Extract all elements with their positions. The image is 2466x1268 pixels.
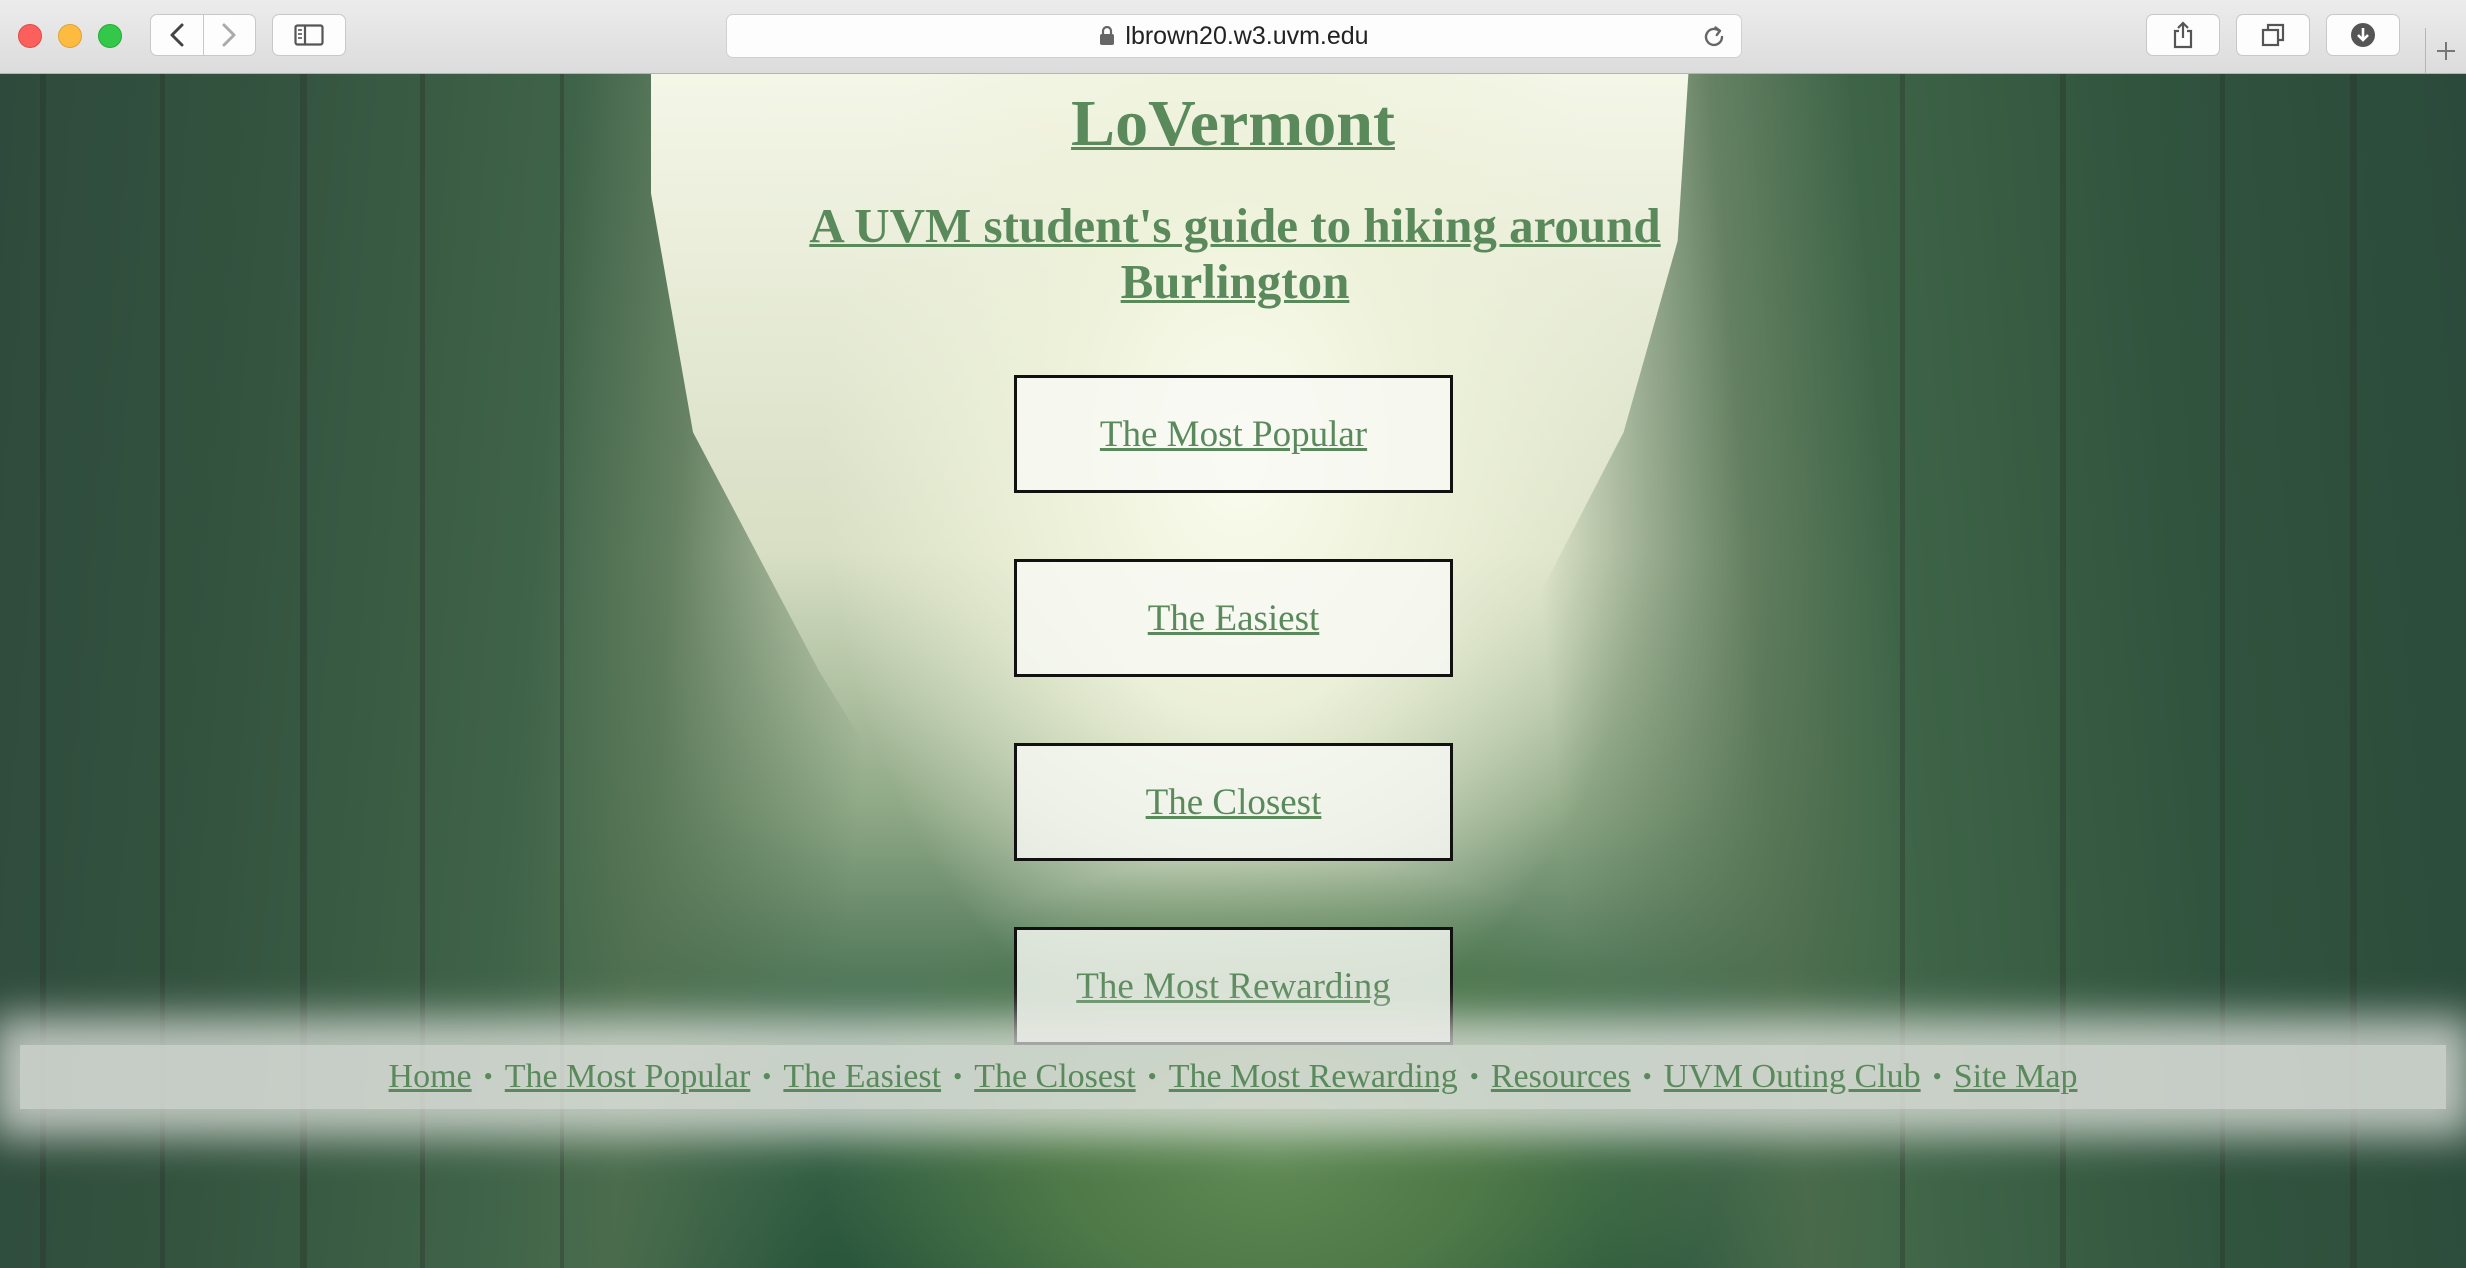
download-icon	[2349, 21, 2377, 49]
tabs-icon	[2260, 22, 2286, 48]
nav-separator: •	[762, 1062, 772, 1091]
forward-button[interactable]	[202, 15, 256, 55]
sidebar-icon	[294, 24, 324, 46]
back-icon	[168, 22, 186, 48]
zoom-window-button[interactable]	[98, 24, 122, 48]
nav-link-closest[interactable]: The Closest	[974, 1058, 1135, 1096]
nav-separator: •	[1932, 1062, 1942, 1091]
nav-link-uvm-outing-club[interactable]: UVM Outing Club	[1664, 1058, 1921, 1096]
forward-icon	[220, 22, 238, 48]
share-button[interactable]	[2146, 14, 2220, 56]
nav-separator: •	[483, 1062, 493, 1091]
sidebar-button[interactable]	[272, 14, 346, 56]
most-rewarding-button[interactable]: The Most Rewarding	[1014, 927, 1453, 1045]
nav-link-easiest[interactable]: The Easiest	[783, 1058, 941, 1096]
site-title-link[interactable]: LoVermont	[0, 86, 2466, 162]
share-icon	[2171, 21, 2195, 49]
downloads-button[interactable]	[2326, 14, 2400, 56]
nav-separator: •	[953, 1062, 963, 1091]
reload-icon[interactable]	[1701, 24, 1727, 50]
page-content: LoVermont A UVM student's guide to hikin…	[0, 74, 2466, 1268]
page-viewport: LoVermont A UVM student's guide to hikin…	[0, 74, 2466, 1268]
tabs-overview-button[interactable]	[2236, 14, 2310, 56]
new-tab-icon	[2434, 39, 2458, 63]
nav-separator: •	[1147, 1062, 1157, 1091]
back-button[interactable]	[151, 15, 203, 55]
new-tab-button[interactable]	[2425, 28, 2466, 74]
nav-separator: •	[1642, 1062, 1652, 1091]
close-window-button[interactable]	[18, 24, 42, 48]
navigation-buttons	[150, 14, 256, 56]
nav-link-most-rewarding[interactable]: The Most Rewarding	[1169, 1058, 1458, 1096]
url-text: lbrown20.w3.uvm.edu	[1125, 21, 1369, 50]
nav-link-resources[interactable]: Resources	[1491, 1058, 1631, 1096]
most-popular-button[interactable]: The Most Popular	[1014, 375, 1453, 493]
nav-link-site-map[interactable]: Site Map	[1954, 1058, 2078, 1096]
address-bar[interactable]: lbrown20.w3.uvm.edu	[726, 14, 1742, 58]
minimize-window-button[interactable]	[58, 24, 82, 48]
nav-link-most-popular[interactable]: The Most Popular	[505, 1058, 751, 1096]
lock-icon	[1099, 26, 1115, 46]
easiest-button[interactable]: The Easiest	[1014, 559, 1453, 677]
page-subtitle-link[interactable]: A UVM student's guide to hiking around B…	[760, 198, 1710, 310]
nav-separator: •	[1469, 1062, 1479, 1091]
browser-toolbar: lbrown20.w3.uvm.edu	[0, 0, 2466, 74]
closest-button[interactable]: The Closest	[1014, 743, 1453, 861]
nav-link-home[interactable]: Home	[389, 1058, 472, 1096]
footer-navigation: Home • The Most Popular • The Easiest • …	[20, 1045, 2446, 1109]
